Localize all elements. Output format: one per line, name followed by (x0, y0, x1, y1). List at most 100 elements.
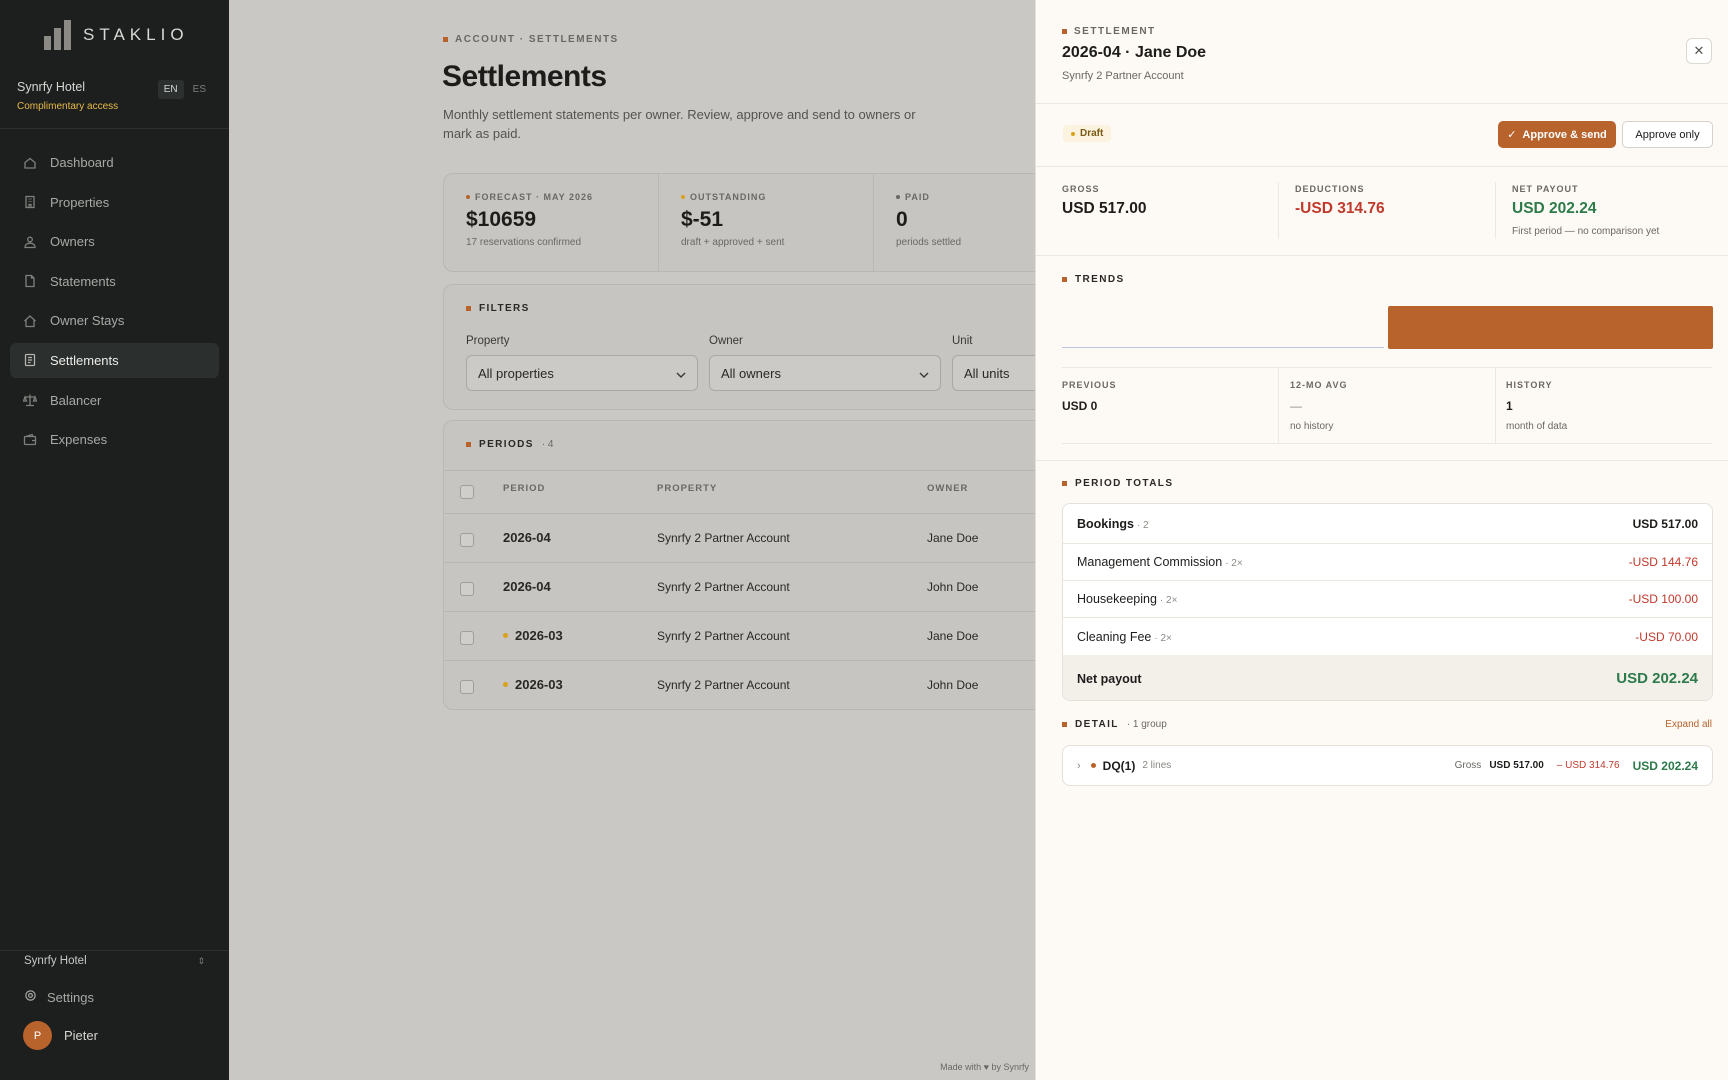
scale-icon (22, 393, 37, 408)
main-content: ACCOUNT · SETTLEMENTS Settlements Monthl… (229, 0, 1072, 1080)
totals-row-cleaning: Cleaning Fee · 2× -USD 70.00 (1063, 618, 1712, 655)
periods-title: PERIODS · 4 (466, 439, 553, 450)
footer-note: Made with ♥ by Synrfy (940, 1062, 1029, 1072)
document-icon (22, 274, 37, 289)
group-net-value: USD 202.24 (1632, 758, 1698, 773)
lang-es-button[interactable]: ES (187, 80, 212, 99)
page-description: Monthly settlement statements per owner.… (443, 107, 916, 141)
sidebar-item-dashboard[interactable]: Dashboard (10, 145, 219, 180)
divider (444, 611, 1062, 612)
sidebar-item-balancer[interactable]: Balancer (10, 383, 219, 418)
divider (1036, 255, 1728, 256)
ministat-label: PREVIOUS (1062, 380, 1117, 390)
detail-count: · 1 group (1126, 719, 1167, 730)
kpi-deductions: DEDUCTIONS -USD 314.76 (1295, 166, 1385, 241)
settings-link[interactable]: Settings (0, 989, 229, 1005)
row-checkbox[interactable] (460, 680, 474, 694)
sidebar: STAKLIO Synrfy Hotel Complimentary acces… (0, 0, 229, 1080)
column-header-owner[interactable]: OWNER (927, 483, 968, 494)
approve-only-button[interactable]: Approve only (1622, 121, 1713, 148)
stat-sub: 17 reservations confirmed (466, 237, 582, 248)
lang-en-button[interactable]: EN (157, 80, 184, 99)
property-cell: Synrfy 2 Partner Account (657, 678, 790, 692)
chevron-down-icon (676, 366, 686, 381)
totals-label: Net payout (1077, 671, 1142, 686)
divider (1062, 367, 1712, 368)
totals-label: Management Commission (1077, 555, 1223, 569)
brand-logo[interactable]: STAKLIO (44, 20, 189, 50)
kpi-label: GROSS (1062, 184, 1100, 194)
group-name: DQ(1) (1102, 758, 1136, 773)
period-cell[interactable]: 2026-04 (503, 530, 551, 545)
sidebar-item-label: Owner Stays (50, 313, 125, 329)
property-select[interactable]: All properties (466, 355, 698, 391)
divider (444, 513, 1062, 514)
totals-row-net: Net payout USD 202.24 (1063, 655, 1712, 700)
row-checkbox[interactable] (460, 631, 474, 645)
totals-value: USD 202.24 (1616, 670, 1698, 687)
property-filter-label: Property (466, 335, 510, 347)
expand-all-link[interactable]: Expand all (1665, 719, 1712, 730)
divider (1036, 460, 1728, 461)
divider (1495, 182, 1496, 239)
sidebar-item-statements[interactable]: Statements (10, 264, 219, 299)
main-nav: Dashboard Properties Owners Statements O… (10, 145, 219, 462)
period-totals-table: Bookings · 2 USD 517.00 Management Commis… (1062, 503, 1713, 701)
row-checkbox[interactable] (460, 533, 474, 547)
totals-label: Bookings (1077, 516, 1134, 531)
home-icon (22, 155, 37, 170)
detail-title: DETAIL · 1 group (1062, 719, 1167, 730)
status-badge: Draft (1063, 125, 1112, 142)
kpi-label: NET PAYOUT (1512, 184, 1579, 194)
period-cell[interactable]: 2026-03 (503, 628, 563, 643)
approve-send-button[interactable]: ✓ Approve & send (1498, 121, 1616, 148)
sidebar-item-label: Statements (50, 273, 116, 289)
breadcrumb: ACCOUNT · SETTLEMENTS (443, 34, 619, 45)
divider (444, 562, 1062, 563)
row-checkbox[interactable] (460, 582, 474, 596)
sidebar-item-properties[interactable]: Properties (10, 185, 219, 220)
periods-card: PERIODS · 4 PERIOD PROPERTY OWNER 2026-04… (443, 420, 1063, 710)
org-access-label: Complimentary access (17, 101, 119, 112)
period-cell[interactable]: 2026-03 (503, 677, 563, 692)
stat-label: PAID (905, 192, 930, 202)
sidebar-item-expenses[interactable]: Expenses (10, 422, 219, 457)
ministat-value: 1 (1506, 399, 1513, 413)
divider (1278, 182, 1279, 239)
ministat-label: 12-MO AVG (1290, 380, 1348, 390)
status-dot (503, 682, 508, 687)
user-menu[interactable]: P Pieter (0, 1021, 229, 1050)
sidebar-item-owners[interactable]: Owners (10, 224, 219, 259)
detail-group-row[interactable]: › DQ(1) 2 lines Gross USD 517.00 – USD 3… (1062, 745, 1713, 786)
sidebar-item-label: Balancer (50, 392, 102, 408)
workspace-name: Synrfy Hotel (24, 955, 87, 967)
language-switcher: EN ES (157, 80, 212, 99)
sidebar-item-owner-stays[interactable]: Owner Stays (10, 303, 219, 338)
close-button[interactable]: ✕ (1686, 38, 1712, 64)
owner-select[interactable]: All owners (709, 355, 941, 391)
workspace-switcher[interactable]: Synrfy Hotel ⇕ (0, 951, 229, 971)
totals-row-commission: Management Commission · 2× -USD 144.76 (1063, 544, 1712, 581)
avatar: P (23, 1021, 52, 1050)
trends-title: TRENDS (1062, 274, 1125, 285)
sidebar-footer: Synrfy Hotel ⇕ Settings P Pieter (0, 951, 229, 1050)
ministat-sub: month of data (1506, 421, 1568, 432)
user-name: Pieter (64, 1028, 98, 1043)
divider (0, 128, 229, 129)
column-header-property[interactable]: PROPERTY (657, 483, 717, 494)
settlement-drawer: SETTLEMENT 2026-04 · Jane Doe Synrfy 2 P… (1035, 0, 1728, 1080)
divider (1495, 368, 1496, 443)
select-all-checkbox[interactable] (460, 485, 474, 499)
page-title: Settlements (442, 60, 607, 93)
totals-label: Cleaning Fee (1077, 629, 1152, 644)
sidebar-item-settlements[interactable]: Settlements (10, 342, 219, 378)
trend-12mo-avg: 12-MO AVG — no history (1290, 380, 1348, 432)
divider (444, 470, 1062, 471)
group-gross-label: Gross (1454, 760, 1482, 771)
stat-value: $-51 (681, 208, 724, 231)
divider (1278, 368, 1279, 443)
column-header-period[interactable]: PERIOD (503, 483, 545, 494)
group-deduction-value: – USD 314.76 (1556, 760, 1620, 771)
filters-card: FILTERS Property All properties Owner Al… (443, 284, 1072, 410)
period-cell[interactable]: 2026-04 (503, 579, 551, 594)
